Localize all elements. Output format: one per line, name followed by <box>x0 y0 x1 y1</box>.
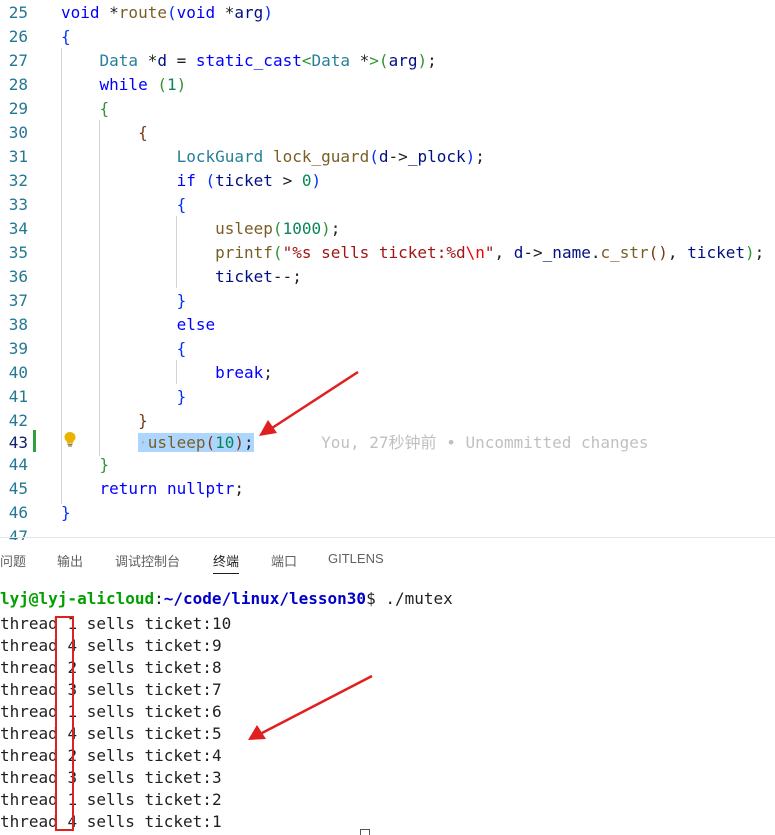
terminal-output-line: thread 1 sells ticket:6 <box>0 702 222 721</box>
tab-output[interactable]: 输出 <box>57 551 83 570</box>
line-number: 38 <box>8 315 28 334</box>
terminal-command: ./mutex <box>385 589 453 608</box>
code-line: 34 usleep(1000); <box>0 217 775 241</box>
tab-gitlens[interactable]: GITLENS <box>328 551 384 566</box>
code-line: 46} <box>0 501 775 525</box>
terminal-output-line: thread 1 sells ticket:2 <box>0 790 222 809</box>
terminal-output-line: thread 2 sells ticket:8 <box>0 658 222 677</box>
line-number: 44 <box>8 455 28 474</box>
code-line: 31 LockGuard lock_guard(d->_plock); <box>0 145 775 169</box>
line-number: 41 <box>8 387 28 406</box>
panel-divider <box>0 537 775 538</box>
line-number: 33 <box>8 195 28 214</box>
terminal-output-line: thread 4 sells ticket:9 <box>0 636 222 655</box>
code-line: 26{ <box>0 25 775 49</box>
code-line: 38 else <box>0 313 775 337</box>
terminal-output-line: thread 4 sells ticket:5 <box>0 724 222 743</box>
tab-ports[interactable]: 端口 <box>271 551 297 570</box>
code-line: 39 { <box>0 337 775 361</box>
terminal-prompt: lyj@lyj-alicloud:~/code/linux/lesson30$ … <box>0 589 453 608</box>
code-line: 33 { <box>0 193 775 217</box>
code-line: 29 { <box>0 97 775 121</box>
terminal[interactable]: lyj@lyj-alicloud:~/code/linux/lesson30$ … <box>0 588 775 835</box>
code-line: 30 { <box>0 121 775 145</box>
line-number: 32 <box>8 171 28 190</box>
code-line: 36 ticket--; <box>0 265 775 289</box>
code-line: 27 Data *d = static_cast<Data *>(arg); <box>0 49 775 73</box>
line-number: 37 <box>8 291 28 310</box>
terminal-output-line: thread 3 sells ticket:3 <box>0 768 222 787</box>
line-number: 39 <box>8 339 28 358</box>
line-number: 29 <box>8 99 28 118</box>
terminal-output-line: thread 1 sells ticket:10 <box>0 614 232 633</box>
code-line: 32 if (ticket > 0) <box>0 169 775 193</box>
code-line: 41 } <box>0 385 775 409</box>
thread-id-highlight-box <box>55 616 74 831</box>
git-blame-annotation: You, 27秒钟前 • Uncommitted changes <box>321 433 649 452</box>
code-editor[interactable]: 25 void *route(void *arg) 26{ 27 Data *d … <box>0 0 775 540</box>
code-line: 40 break; <box>0 361 775 385</box>
line-number: 46 <box>8 503 28 522</box>
code-line: 42 } <box>0 409 775 433</box>
tab-terminal[interactable]: 终端 <box>213 551 240 574</box>
line-number: 27 <box>8 51 28 70</box>
line-number: 31 <box>8 147 28 166</box>
line-number: 40 <box>8 363 28 382</box>
code-line: 35 printf("%s sells ticket:%d\n", d->_na… <box>0 241 775 265</box>
tab-debug-console[interactable]: 调试控制台 <box>115 551 180 570</box>
line-number: 34 <box>8 219 28 238</box>
lightbulb-icon[interactable] <box>63 431 77 447</box>
line-number: 28 <box>8 75 28 94</box>
panel-tabs: 问题 输出 调试控制台 终端 端口 GITLENS <box>0 545 775 575</box>
terminal-output-line: thread 3 sells ticket:7 <box>0 680 222 699</box>
code-line: 25 void *route(void *arg) <box>0 1 775 25</box>
line-number: 35 <box>8 243 28 262</box>
code-line-current: 43 ·usleep(10); You, 27秒钟前 • Uncommitted… <box>0 431 775 455</box>
line-number: 43 <box>8 433 28 452</box>
line-number: 30 <box>8 123 28 142</box>
code-line: 45 return nullptr; <box>0 477 775 501</box>
terminal-output-line: thread 4 sells ticket:1 <box>0 812 222 831</box>
code-line: 37 } <box>0 289 775 313</box>
line-number: 36 <box>8 267 28 286</box>
line-number: 45 <box>8 479 28 498</box>
terminal-output-line: thread 2 sells ticket:4 <box>0 746 222 765</box>
mouse-cursor-icon <box>360 829 370 835</box>
line-number: 25 <box>8 3 28 22</box>
line-number: 42 <box>8 411 28 430</box>
code-line: 44 } <box>0 453 775 477</box>
line-number: 26 <box>8 27 28 46</box>
tab-problems[interactable]: 问题 <box>0 551 26 570</box>
code-line: 28 while (1) <box>0 73 775 97</box>
